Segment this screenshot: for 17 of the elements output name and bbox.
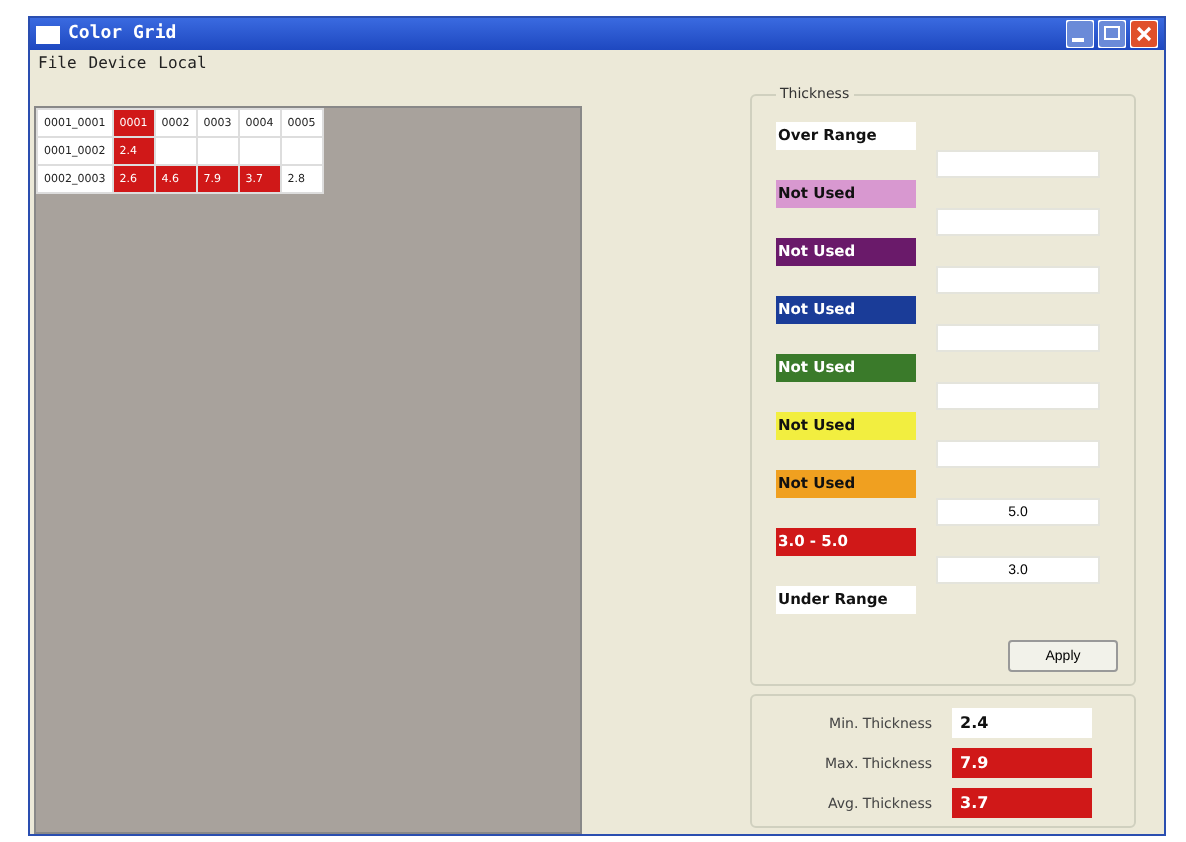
stat-value: 7.9 [952, 748, 1092, 778]
menu-item[interactable]: Local [158, 54, 207, 74]
minimize-icon[interactable] [1066, 20, 1094, 49]
menu-item[interactable]: Device [88, 54, 147, 74]
window-icon [36, 25, 60, 44]
threshold-field[interactable] [936, 266, 1100, 294]
menu-item[interactable]: File [38, 54, 77, 74]
window-title: Color Grid [68, 24, 177, 45]
threshold-field[interactable] [936, 208, 1100, 236]
threshold-field[interactable] [936, 150, 1100, 178]
maximize-icon[interactable] [1098, 20, 1126, 49]
threshold-field[interactable] [936, 440, 1100, 468]
close-icon[interactable] [1130, 20, 1158, 49]
threshold-field[interactable] [936, 324, 1100, 352]
threshold-field[interactable] [936, 382, 1100, 410]
stat-value: 3.7 [952, 788, 1092, 818]
stat-value: 2.4 [952, 708, 1092, 738]
